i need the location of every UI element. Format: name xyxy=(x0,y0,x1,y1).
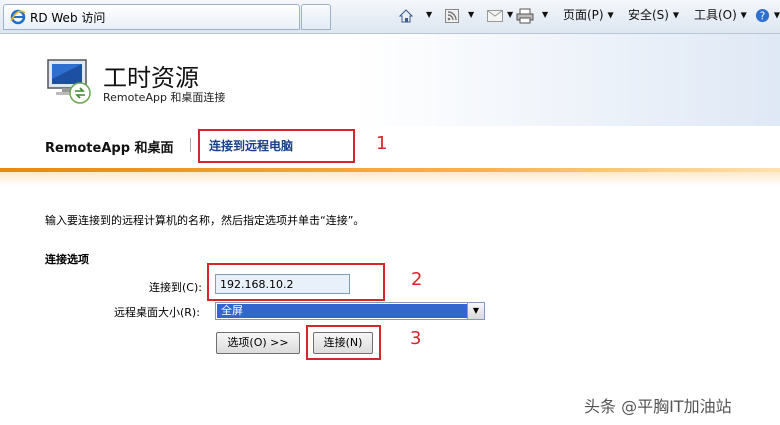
rss-icon xyxy=(445,8,459,23)
page-title: 工时资源 xyxy=(103,64,199,92)
nav-accent-glow xyxy=(0,172,780,186)
home-button[interactable] xyxy=(398,6,414,24)
browser-toolbar: RD Web 访问 ▼ ▼ ▼ ▼ 页面(P) ▼ 安全(S) ▼ 工具(O) … xyxy=(0,0,780,34)
new-tab-button[interactable] xyxy=(301,4,331,30)
chevron-down-icon: ▼ xyxy=(740,10,747,20)
screen-size-select[interactable]: 全屏 ▼ xyxy=(215,302,485,320)
browser-tab[interactable]: RD Web 访问 xyxy=(3,4,300,30)
instruction-text: 输入要连接到的远程计算机的名称，然后指定选项并单击“连接”。 xyxy=(45,214,365,227)
annotation-number-2: 2 xyxy=(411,269,423,290)
chevron-down-icon[interactable]: ▼ xyxy=(467,303,484,319)
feeds-dropdown-icon[interactable]: ▼ xyxy=(468,6,474,24)
annotation-box-2 xyxy=(207,263,385,301)
mail-icon xyxy=(487,9,503,22)
print-dropdown-icon[interactable]: ▼ xyxy=(542,6,548,24)
feeds-button[interactable] xyxy=(445,6,459,24)
nav-remoteapp-desktops[interactable]: RemoteApp 和桌面 xyxy=(45,137,174,156)
chevron-down-icon: ▼ xyxy=(773,10,780,20)
printer-icon xyxy=(516,8,534,23)
watermark: 头条 @平胸IT加油站 xyxy=(584,397,732,416)
annotation-number-3: 3 xyxy=(410,328,422,349)
chevron-down-icon: ▼ xyxy=(607,10,614,20)
menu-safety[interactable]: 安全(S) ▼ xyxy=(628,6,679,24)
annotation-box-1 xyxy=(198,129,355,163)
remote-desktop-logo-icon xyxy=(47,59,91,104)
print-button[interactable] xyxy=(516,6,534,24)
section-title: 连接选项 xyxy=(45,253,89,266)
home-dropdown-icon[interactable]: ▼ xyxy=(426,6,432,24)
home-icon xyxy=(398,8,414,22)
annotation-number-1: 1 xyxy=(376,133,388,154)
screen-size-selected-value: 全屏 xyxy=(217,304,468,318)
nav-divider xyxy=(190,138,191,152)
menu-tools[interactable]: 工具(O) ▼ xyxy=(694,6,747,24)
screen-size-label: 远程桌面大小(R): xyxy=(114,306,200,319)
ie-icon xyxy=(10,9,26,25)
menu-page-label: 页面(P) xyxy=(563,8,604,22)
menu-tools-label: 工具(O) xyxy=(694,8,737,22)
mail-button[interactable] xyxy=(487,6,503,24)
chevron-down-icon: ▼ xyxy=(672,10,679,20)
connect-to-label: 连接到(C): xyxy=(149,281,202,294)
page-subtitle: RemoteApp 和桌面连接 xyxy=(103,91,226,104)
annotation-box-3 xyxy=(306,325,381,360)
tab-title: RD Web 访问 xyxy=(30,11,106,25)
help-button[interactable]: ? ▼ xyxy=(755,6,780,24)
menu-page[interactable]: 页面(P) ▼ xyxy=(563,6,614,24)
options-button[interactable]: 选项(O) >> xyxy=(216,332,300,354)
svg-text:?: ? xyxy=(760,10,765,22)
help-icon: ? xyxy=(755,8,770,22)
menu-safety-label: 安全(S) xyxy=(628,8,669,22)
mail-dropdown-icon[interactable]: ▼ xyxy=(507,6,513,24)
